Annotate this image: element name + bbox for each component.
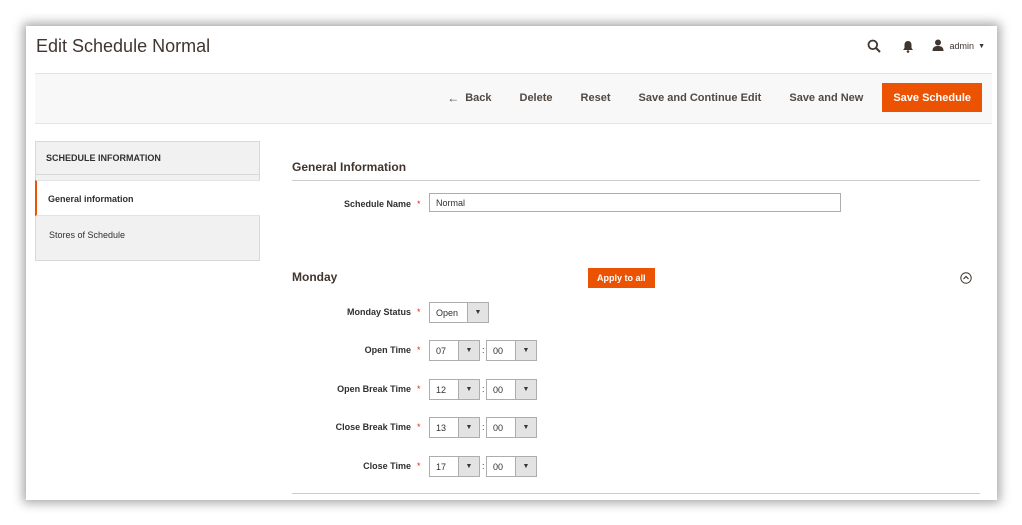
action-buttons: ← Back Delete Reset Save and Continue Ed… <box>433 83 982 112</box>
close-time-minute: 00 <box>493 462 504 472</box>
delete-button[interactable]: Delete <box>506 83 567 112</box>
open-time-hour-select[interactable]: 07 ▼ <box>429 340 480 361</box>
close-break-minute: 00 <box>493 423 504 433</box>
close-time-hour-select[interactable]: 17 ▼ <box>429 456 480 477</box>
time-separator: : <box>482 345 485 355</box>
close-break-time-label: Close Break Time <box>335 422 411 432</box>
schedule-name-input[interactable]: Normal <box>429 193 841 212</box>
chevron-down-icon: ▼ <box>515 380 536 399</box>
sidebar-item-general-information[interactable]: General information <box>35 180 260 216</box>
save-schedule-button[interactable]: Save Schedule <box>882 83 982 112</box>
chevron-down-icon: ▼ <box>458 380 479 399</box>
close-break-hour-select[interactable]: 13 ▼ <box>429 417 480 438</box>
sidebar-item-stores-of-schedule[interactable]: Stores of Schedule <box>35 216 260 261</box>
open-break-minute-select[interactable]: 00 ▼ <box>486 379 537 400</box>
user-menu[interactable]: admin ▼ <box>932 39 985 53</box>
time-separator: : <box>482 384 485 394</box>
sidebar: SCHEDULE INFORMATION General information… <box>35 141 260 261</box>
open-time-minute: 00 <box>493 346 504 356</box>
open-break-minute: 00 <box>493 385 504 395</box>
chevron-down-icon: ▼ <box>515 341 536 360</box>
user-icon <box>932 39 944 53</box>
action-bar: ← Back Delete Reset Save and Continue Ed… <box>35 73 992 124</box>
search-icon[interactable] <box>864 36 884 56</box>
general-information-title: General Information <box>292 160 407 174</box>
reset-button[interactable]: Reset <box>567 83 625 112</box>
monday-status-select[interactable]: Open ▼ <box>429 302 489 323</box>
schedule-name-label: Schedule Name <box>343 199 411 209</box>
required-asterisk: * <box>417 307 421 317</box>
close-time-label: Close Time <box>363 461 411 471</box>
open-break-hour: 12 <box>436 385 447 395</box>
close-break-hour: 13 <box>436 423 447 433</box>
open-time-label: Open Time <box>364 345 411 355</box>
back-label: Back <box>465 91 492 104</box>
user-name: admin <box>949 41 975 51</box>
caret-down-icon: ▼ <box>978 42 985 50</box>
open-break-time-label: Open Break Time <box>337 384 411 394</box>
monday-title: Monday <box>292 270 338 284</box>
required-asterisk: * <box>417 384 421 394</box>
chevron-down-icon: ▼ <box>458 341 479 360</box>
required-asterisk: * <box>417 422 421 432</box>
close-break-minute-select[interactable]: 00 ▼ <box>486 417 537 438</box>
open-break-hour-select[interactable]: 12 ▼ <box>429 379 480 400</box>
section-divider <box>292 493 980 494</box>
close-time-hour: 17 <box>436 462 447 472</box>
back-button[interactable]: ← Back <box>433 83 505 112</box>
open-time-minute-select[interactable]: 00 ▼ <box>486 340 537 361</box>
chevron-down-icon: ▼ <box>458 457 479 476</box>
time-separator: : <box>482 461 485 471</box>
sidebar-heading: SCHEDULE INFORMATION <box>35 141 260 175</box>
required-asterisk: * <box>417 461 421 471</box>
admin-window: Edit Schedule Normal admin ▼ ← Back Dele… <box>26 26 997 500</box>
bell-icon[interactable] <box>898 36 918 56</box>
required-asterisk: * <box>417 199 421 209</box>
save-and-continue-button[interactable]: Save and Continue Edit <box>625 83 776 112</box>
chevron-down-icon: ▼ <box>515 457 536 476</box>
required-asterisk: * <box>417 345 421 355</box>
page-title: Edit Schedule Normal <box>36 36 211 56</box>
apply-to-all-button[interactable]: Apply to all <box>588 268 655 288</box>
section-divider <box>292 180 980 181</box>
monday-status-value: Open <box>436 308 459 318</box>
time-separator: : <box>482 422 485 432</box>
monday-status-label: Monday Status <box>346 307 411 317</box>
chevron-down-icon: ▼ <box>515 418 536 437</box>
chevron-down-icon: ▼ <box>458 418 479 437</box>
chevron-down-icon: ▼ <box>467 303 488 322</box>
arrow-left-icon: ← <box>447 90 460 105</box>
header-actions: admin ▼ <box>864 36 985 56</box>
collapse-icon[interactable] <box>960 271 972 289</box>
save-and-new-button[interactable]: Save and New <box>775 83 877 112</box>
open-time-hour: 07 <box>436 346 447 356</box>
close-time-minute-select[interactable]: 00 ▼ <box>486 456 537 477</box>
